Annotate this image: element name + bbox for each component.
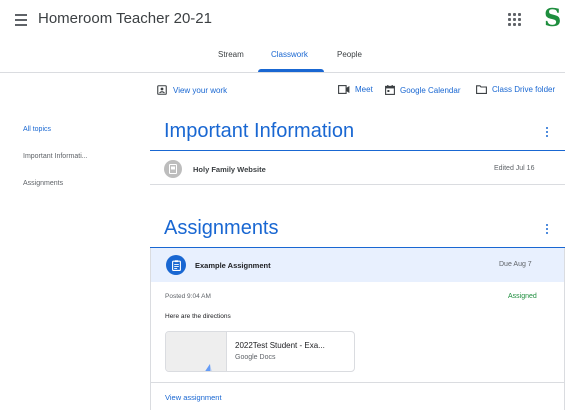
assignment-icon: [166, 255, 186, 275]
view-your-work-label: View your work: [173, 85, 228, 95]
class-title[interactable]: Homeroom Teacher 20-21: [38, 10, 212, 27]
google-calendar-label: Google Calendar: [400, 85, 461, 95]
material-title: Holy Family Website: [193, 165, 266, 174]
attachment-type: Google Docs: [235, 354, 276, 361]
calendar-icon: [385, 85, 395, 95]
class-tabs: Stream Classwork People: [0, 40, 565, 73]
material-edited-date: Edited Jul 16: [494, 165, 535, 172]
top-app-bar: Homeroom Teacher 20-21 S: [0, 0, 565, 40]
google-calendar-button[interactable]: Google Calendar: [385, 85, 460, 95]
attachment-title: 2022Test Student - Exa...: [235, 341, 325, 350]
account-avatar[interactable]: S: [544, 4, 561, 32]
id-card-icon: [157, 85, 167, 95]
video-camera-icon: [338, 85, 350, 94]
posted-time: Posted 9:04 AM: [165, 293, 211, 300]
meet-label: Meet: [355, 85, 373, 94]
tab-people[interactable]: People: [337, 50, 362, 59]
material-row[interactable]: Holy Family Website Edited Jul 16: [150, 153, 565, 185]
section-title-assignments: Assignments: [164, 217, 279, 239]
meet-button[interactable]: Meet: [338, 85, 373, 94]
view-assignment-link[interactable]: View assignment: [165, 393, 222, 402]
tab-classwork[interactable]: Classwork: [271, 50, 308, 59]
card-divider: [151, 382, 564, 383]
assignment-due-date: Due Aug 7: [499, 261, 532, 268]
topic-assignments[interactable]: Assignments: [23, 180, 63, 187]
attachment-thumbnail: [166, 332, 227, 371]
topic-important-information[interactable]: Important Informati...: [23, 153, 88, 160]
document-icon: [164, 160, 182, 178]
assignment-status: Assigned: [508, 293, 537, 300]
topic-all-topics[interactable]: All topics: [23, 126, 51, 133]
class-drive-folder-label: Class Drive folder: [492, 85, 556, 94]
more-vert-icon[interactable]: [544, 224, 550, 234]
classwork-actions: View your work Meet Google Calendar Clas…: [0, 80, 565, 104]
menu-icon[interactable]: [8, 7, 34, 33]
more-vert-icon[interactable]: [544, 127, 550, 137]
apps-grid-icon[interactable]: [508, 13, 522, 27]
assignment-title: Example Assignment: [195, 261, 271, 270]
active-tab-indicator: [258, 69, 324, 72]
attachment-card[interactable]: 2022Test Student - Exa... Google Docs: [165, 331, 355, 372]
folder-icon: [476, 85, 487, 94]
class-drive-folder-button[interactable]: Class Drive folder: [476, 85, 555, 94]
section-title-important-information: Important Information: [164, 120, 355, 142]
assignment-directions: Here are the directions: [165, 313, 231, 320]
tab-stream[interactable]: Stream: [218, 50, 244, 59]
assignment-card: Example Assignment Due Aug 7 Posted 9:04…: [150, 248, 565, 410]
assignment-header[interactable]: Example Assignment Due Aug 7: [151, 248, 564, 282]
section-divider: [150, 150, 565, 151]
view-your-work-button[interactable]: View your work: [157, 85, 227, 95]
